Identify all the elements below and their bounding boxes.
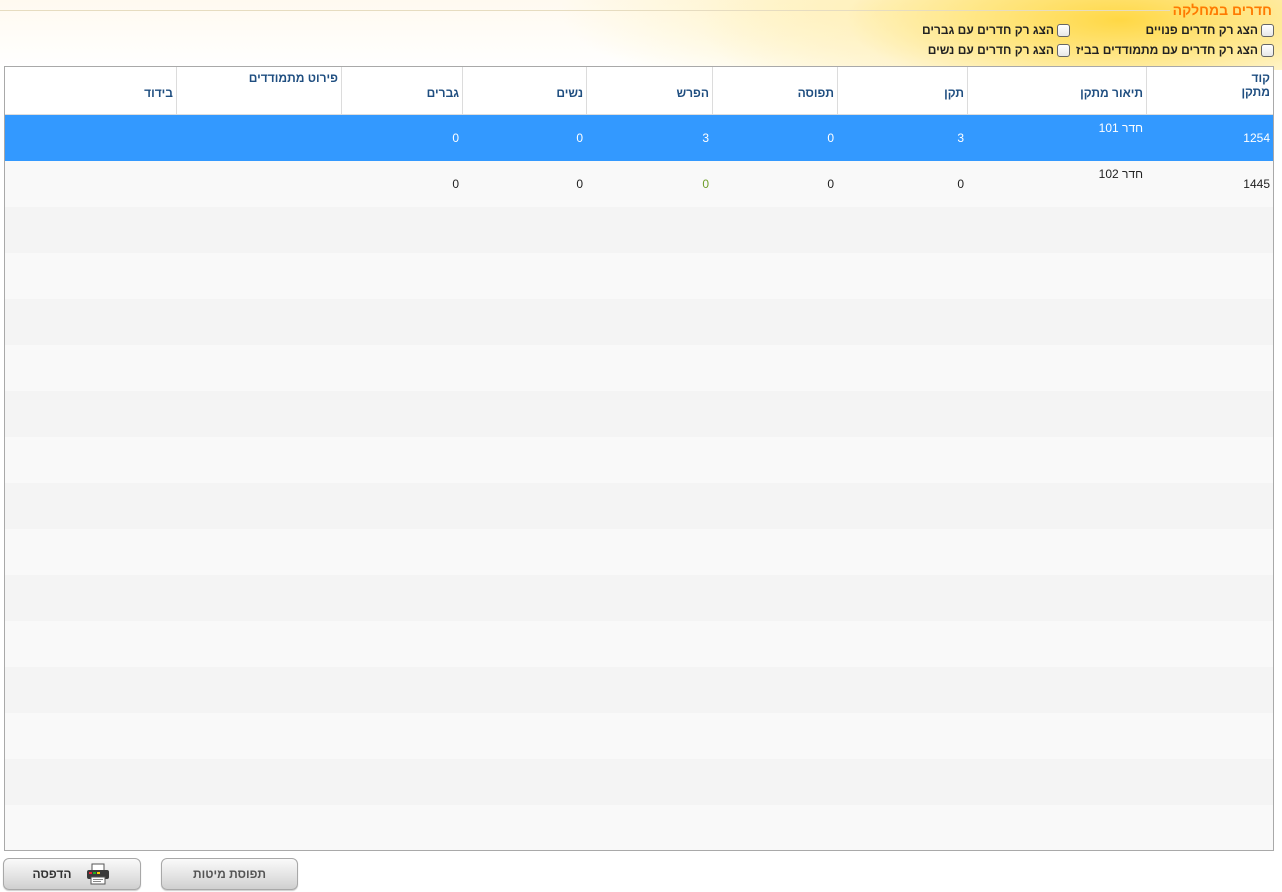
cell-standard: 0 — [957, 177, 964, 191]
filter-women-rooms[interactable]: הצג רק חדרים עם נשים — [928, 43, 1070, 57]
cell-details — [176, 161, 341, 207]
empty-row — [5, 437, 1273, 483]
empty-row — [5, 299, 1273, 345]
filter-men-rooms[interactable]: הצג רק חדרים עם גברים — [922, 23, 1070, 37]
cell-isolation — [5, 115, 176, 161]
filter-men-checkbox[interactable] — [1057, 23, 1070, 37]
empty-row — [5, 529, 1273, 575]
cell-occupancy: 0 — [827, 131, 834, 145]
column-header-men[interactable]: גברים — [341, 67, 462, 115]
filter-women-checkbox[interactable] — [1057, 43, 1070, 57]
bed-occupancy-button[interactable]: תפוסת מיטות — [161, 858, 298, 890]
empty-row — [5, 345, 1273, 391]
empty-row — [5, 207, 1273, 253]
column-header-women[interactable]: נשים — [462, 67, 586, 115]
column-header-isolation[interactable]: בידוד — [5, 67, 176, 115]
cell-isolation — [5, 161, 176, 207]
filter-vacant-rooms[interactable]: הצג רק חדרים פנויים — [1145, 23, 1274, 37]
filter-biz-label: הצג רק חדרים עם מתמודדים בביז — [1076, 43, 1258, 57]
header-divider — [0, 10, 1170, 11]
printer-icon — [87, 863, 110, 885]
empty-row — [5, 759, 1273, 805]
bed-occupancy-button-label: תפוסת מיטות — [192, 867, 267, 881]
cell-men: 0 — [452, 131, 459, 145]
cell-description: חדר 101 — [1098, 121, 1143, 135]
cell-women: 0 — [576, 131, 583, 145]
filter-biz-checkbox[interactable] — [1261, 43, 1274, 57]
cell-occupancy: 0 — [827, 177, 834, 191]
filter-vacant-label: הצג רק חדרים פנויים — [1145, 23, 1258, 37]
empty-row — [5, 253, 1273, 299]
table-row[interactable]: 1254 חדר 101 3 0 3 0 0 — [5, 115, 1273, 161]
cell-standard: 3 — [957, 131, 964, 145]
column-header-code[interactable]: קוד מתקן — [1146, 67, 1273, 115]
empty-row — [5, 391, 1273, 437]
cell-description: חדר 102 — [1098, 167, 1143, 181]
page-title: חדרים במחלקה — [1172, 2, 1272, 18]
cell-code: 1445 — [1243, 177, 1270, 191]
empty-row — [5, 621, 1273, 667]
column-header-standard[interactable]: תקן — [837, 67, 967, 115]
column-header-difference[interactable]: הפרש — [586, 67, 712, 115]
rooms-grid: קוד מתקן תיאור מתקן תקן תפוסה הפרש נשים … — [4, 66, 1274, 851]
empty-row — [5, 483, 1273, 529]
grid-header: קוד מתקן תיאור מתקן תקן תפוסה הפרש נשים … — [5, 67, 1273, 115]
filter-vacant-checkbox[interactable] — [1261, 23, 1274, 37]
cell-details — [176, 115, 341, 161]
column-header-occupancy[interactable]: תפוסה — [712, 67, 837, 115]
print-button-label: הדפסה — [32, 867, 72, 881]
cell-difference: 0 — [702, 177, 709, 191]
empty-row — [5, 667, 1273, 713]
grid-body: 1254 חדר 101 3 0 3 0 0 1445 חדר 102 0 0 … — [5, 115, 1273, 850]
filter-men-label: הצג רק חדרים עם גברים — [921, 23, 1054, 37]
cell-code: 1254 — [1243, 131, 1270, 145]
column-header-description[interactable]: תיאור מתקן — [967, 67, 1146, 115]
empty-row — [5, 805, 1273, 850]
column-header-details[interactable]: פירוט מתמודדים — [176, 67, 341, 115]
print-button[interactable]: הדפסה — [3, 858, 141, 890]
empty-row — [5, 713, 1273, 759]
filter-women-label: הצג רק חדרים עם נשים — [927, 43, 1054, 57]
cell-men: 0 — [452, 177, 459, 191]
cell-women: 0 — [576, 177, 583, 191]
filter-biz-rooms[interactable]: הצג רק חדרים עם מתמודדים בביז — [1076, 43, 1274, 57]
cell-difference: 3 — [702, 131, 709, 145]
empty-row — [5, 575, 1273, 621]
table-row[interactable]: 1445 חדר 102 0 0 0 0 0 — [5, 161, 1273, 207]
